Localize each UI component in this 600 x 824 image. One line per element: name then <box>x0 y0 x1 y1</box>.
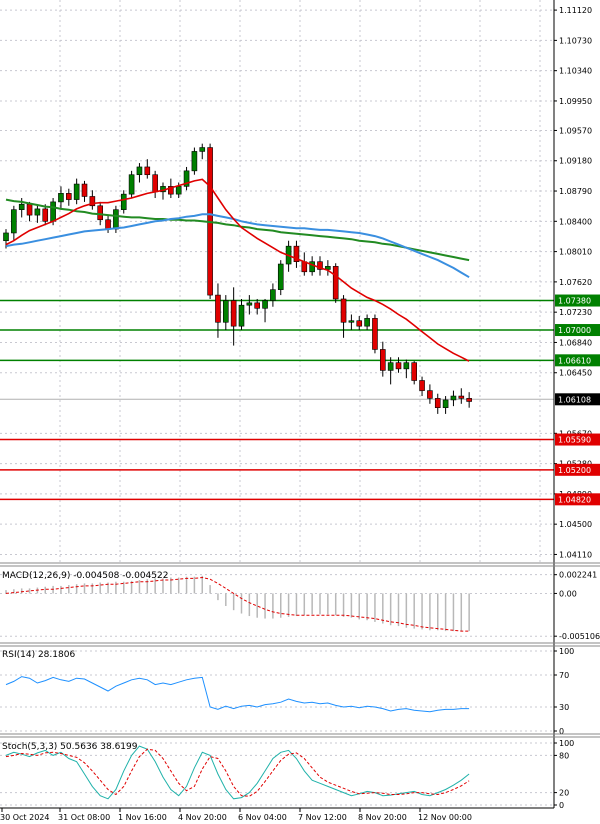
stoch-tick-label: 100 <box>559 739 574 748</box>
rsi-tick-label: 100 <box>559 647 574 656</box>
current-price-label: 1.06108 <box>558 395 591 404</box>
bullish-candle <box>3 232 9 242</box>
bearish-candle <box>434 398 441 408</box>
level-label: 1.04820 <box>558 495 591 504</box>
bullish-candle <box>136 166 143 176</box>
price-tick-label: 1.04110 <box>559 550 592 559</box>
price-tick-label: 1.08790 <box>559 187 592 196</box>
bearish-candle <box>427 390 433 399</box>
price-tick-label: 1.06450 <box>559 369 592 378</box>
bearish-candle <box>26 203 33 216</box>
bullish-candle <box>246 302 253 306</box>
bearish-candle <box>81 183 88 197</box>
bearish-candle <box>42 208 49 222</box>
price-tick-label: 1.09950 <box>559 97 592 106</box>
level-label: 1.05200 <box>558 466 591 475</box>
rsi-tick-label: 0 <box>559 727 564 736</box>
bullish-candle <box>403 362 410 370</box>
bullish-candle <box>128 174 135 195</box>
level-label: 1.05590 <box>558 436 591 445</box>
time-tick-label: 4 Nov 20:00 <box>178 813 227 822</box>
rsi-title: RSI(14) 28.1806 <box>2 650 75 660</box>
bullish-candle <box>270 289 276 301</box>
bearish-candle <box>419 380 425 391</box>
bullish-candle <box>50 201 56 222</box>
macd-tick-label: -0.005106 <box>559 632 600 641</box>
bearish-candle <box>372 318 378 350</box>
time-tick-label: 6 Nov 04:00 <box>238 813 287 822</box>
bullish-candle <box>277 263 284 290</box>
bearish-candle <box>66 193 72 200</box>
price-tick-label: 1.10340 <box>559 67 592 76</box>
bullish-candle <box>175 186 182 195</box>
level-label: 1.06610 <box>558 356 591 365</box>
bearish-candle <box>340 298 347 323</box>
bullish-candle <box>34 208 41 216</box>
bearish-candle <box>332 266 339 300</box>
price-tick-label: 1.08400 <box>559 217 592 226</box>
bullish-candle <box>442 399 449 408</box>
bearish-candle <box>144 166 151 176</box>
stoch-tick-label: 80 <box>559 751 569 760</box>
bullish-candle <box>387 362 394 371</box>
bearish-candle <box>105 219 111 230</box>
bullish-candle <box>262 300 268 309</box>
time-tick-label: 31 Oct 08:00 <box>58 813 110 822</box>
macd-tick-label: 0.002241 <box>559 571 597 580</box>
bearish-candle <box>379 349 386 371</box>
bearish-candle <box>230 300 237 327</box>
price-tick-label: 1.07620 <box>559 278 592 287</box>
bullish-candle <box>120 193 127 210</box>
bearish-candle <box>395 362 402 370</box>
rsi-tick-label: 70 <box>559 671 569 680</box>
price-tick-label: 1.10730 <box>559 36 592 45</box>
time-tick-label: 8 Nov 20:00 <box>358 813 407 822</box>
bullish-candle <box>11 209 17 234</box>
price-tick-label: 1.04500 <box>559 520 592 529</box>
stoch-tick-label: 20 <box>559 789 569 798</box>
price-tick-label: 1.09180 <box>559 157 592 166</box>
bullish-candle <box>348 320 355 323</box>
bearish-candle <box>97 205 103 221</box>
stoch-title: Stoch(5,3,3) 50.5636 38.6199 <box>2 742 138 752</box>
forex-chart: 1.11120 1.10730 1.10340 1.09950 1.09570 1.091… <box>0 0 600 824</box>
macd-title: MACD(12,26,9) -0.004508 -0.004522 <box>2 571 168 581</box>
bullish-candle <box>191 151 198 172</box>
price-tick-label: 1.11120 <box>559 6 592 15</box>
time-tick-label: 1 Nov 16:00 <box>118 813 167 822</box>
bullish-candle <box>450 395 457 401</box>
macd-tick-label: 0.00 <box>559 589 577 598</box>
stoch-tick-label: 0 <box>559 801 564 810</box>
price-tick-label: 1.06840 <box>559 338 592 347</box>
level-label: 1.07000 <box>558 326 591 335</box>
bearish-candle <box>356 320 363 327</box>
time-tick-label: 30 Oct 2024 <box>0 813 49 822</box>
price-tick-label: 1.09570 <box>559 126 592 135</box>
time-tick-label: 12 Nov 00:00 <box>418 813 472 822</box>
price-tick-label: 1.08010 <box>559 248 592 257</box>
bullish-candle <box>58 193 64 203</box>
bullish-candle <box>199 147 206 152</box>
bearish-candle <box>254 302 260 309</box>
bullish-candle <box>223 300 229 323</box>
bullish-candle <box>238 304 245 327</box>
bearish-candle <box>215 294 221 323</box>
price-tick-label: 1.07230 <box>559 308 592 317</box>
rsi-tick-label: 30 <box>559 703 569 712</box>
bearish-candle <box>152 174 158 193</box>
bullish-candle <box>73 183 80 200</box>
bearish-candle <box>458 395 465 399</box>
bearish-candle <box>411 362 418 381</box>
bearish-candle <box>466 398 472 402</box>
time-tick-label: 7 Nov 12:00 <box>298 813 347 822</box>
level-label: 1.07380 <box>558 297 591 306</box>
bullish-candle <box>113 209 119 230</box>
bullish-candle <box>18 203 25 210</box>
bullish-candle <box>309 261 315 273</box>
level-labels: 1.07380 1.07000 1.06610 1.05590 1.05200 1.048… <box>555 294 600 506</box>
bullish-candle <box>364 318 370 327</box>
